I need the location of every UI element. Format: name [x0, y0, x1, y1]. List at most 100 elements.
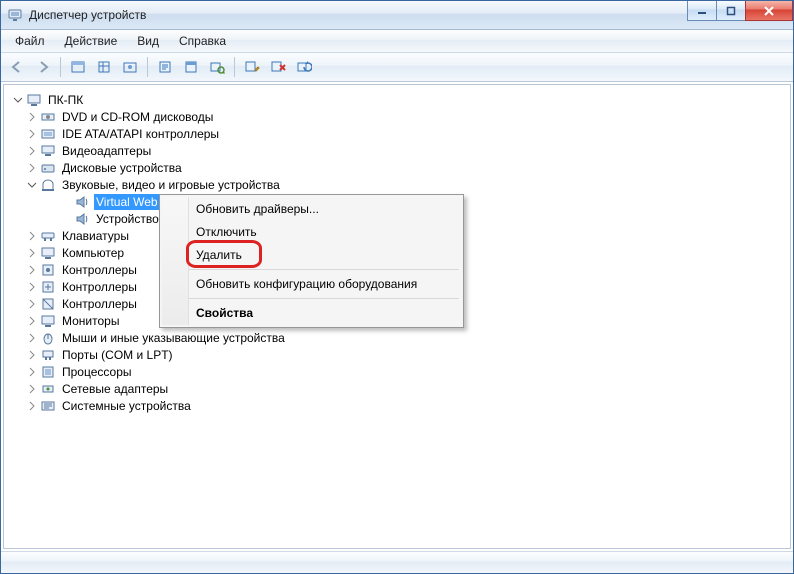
- expander-icon[interactable]: [26, 383, 38, 395]
- tree-category-label: Видеоадаптеры: [60, 143, 153, 159]
- expander-icon[interactable]: [26, 349, 38, 361]
- window-buttons: [688, 1, 793, 21]
- expander-icon[interactable]: [26, 332, 38, 344]
- tree-category[interactable]: DVD и CD-ROM дисководы: [10, 109, 790, 125]
- nav-back-button[interactable]: [5, 55, 29, 79]
- expander-icon[interactable]: [26, 145, 38, 157]
- category-icon: [40, 347, 56, 363]
- expander-icon[interactable]: [26, 298, 38, 310]
- window-title: Диспетчер устройств: [29, 8, 146, 22]
- category-icon: [40, 330, 56, 346]
- category-icon: [40, 313, 56, 329]
- context-menu-separator: [188, 298, 459, 299]
- maximize-button[interactable]: [716, 1, 746, 21]
- expander-icon[interactable]: [26, 179, 38, 191]
- statusbar: [1, 551, 793, 573]
- tree-root-label: ПК-ПК: [46, 92, 85, 108]
- toolbar-btn-4[interactable]: [153, 55, 177, 79]
- minimize-button[interactable]: [687, 1, 717, 21]
- toolbar-separator: [147, 57, 148, 77]
- category-icon: [40, 109, 56, 125]
- app-icon: [7, 7, 23, 23]
- context-menu-separator: [188, 269, 459, 270]
- tree-category-label: Дисковые устройства: [60, 160, 184, 176]
- close-button[interactable]: [745, 1, 793, 21]
- tree-root[interactable]: ПК-ПК: [10, 92, 790, 108]
- tree-category-label: Системные устройства: [60, 398, 193, 414]
- toolbar-btn-6[interactable]: [205, 55, 229, 79]
- tree-category-label: Контроллеры: [60, 262, 139, 278]
- expander-icon[interactable]: [26, 111, 38, 123]
- nav-forward-button[interactable]: [31, 55, 55, 79]
- category-icon: [40, 245, 56, 261]
- tree-category[interactable]: Дисковые устройства: [10, 160, 790, 176]
- tree-category[interactable]: Мыши и иные указывающие устройства: [10, 330, 790, 346]
- tree-category-label: Клавиатуры: [60, 228, 131, 244]
- tree-category-label: Сетевые адаптеры: [60, 381, 170, 397]
- toolbar-btn-5[interactable]: [179, 55, 203, 79]
- titlebar: Диспетчер устройств: [1, 1, 793, 30]
- tree-category[interactable]: Видеоадаптеры: [10, 143, 790, 159]
- tree-category-label: Контроллеры: [60, 279, 139, 295]
- tree-category-label: Контроллеры: [60, 296, 139, 312]
- speaker-icon: [74, 194, 90, 210]
- menu-file[interactable]: Файл: [5, 31, 55, 51]
- tree-category-label: DVD и CD-ROM дисководы: [60, 109, 215, 125]
- tree-category-label: Порты (COM и LPT): [60, 347, 175, 363]
- context-menu-disable[interactable]: Отключить: [188, 221, 461, 243]
- expander-icon[interactable]: [26, 281, 38, 293]
- expander-icon[interactable]: [26, 230, 38, 242]
- toolbar-separator: [60, 57, 61, 77]
- toolbar-btn-9[interactable]: [292, 55, 316, 79]
- toolbar-btn-1[interactable]: [66, 55, 90, 79]
- expander-icon[interactable]: [26, 400, 38, 412]
- menu-view[interactable]: Вид: [127, 31, 169, 51]
- tree-category-label: IDE ATA/ATAPI контроллеры: [60, 126, 221, 142]
- tree-category[interactable]: Порты (COM и LPT): [10, 347, 790, 363]
- toolbar-btn-7[interactable]: [240, 55, 264, 79]
- category-icon: [40, 296, 56, 312]
- toolbar-separator: [234, 57, 235, 77]
- category-icon: [40, 177, 56, 193]
- tree-category-label: Звуковые, видео и игровые устройства: [60, 177, 282, 193]
- context-menu-rescan[interactable]: Обновить конфигурацию оборудования: [188, 273, 461, 295]
- expander-icon[interactable]: [26, 247, 38, 259]
- context-menu-gutter: [162, 197, 189, 325]
- category-icon: [40, 126, 56, 142]
- tree-category-label: Компьютер: [60, 245, 126, 261]
- context-menu-properties[interactable]: Свойства: [188, 302, 461, 324]
- tree-category[interactable]: Системные устройства: [10, 398, 790, 414]
- tree-category-label: Мониторы: [60, 313, 121, 329]
- menu-action[interactable]: Действие: [55, 31, 128, 51]
- expander-icon[interactable]: [26, 366, 38, 378]
- expander-icon[interactable]: [26, 162, 38, 174]
- expander-icon[interactable]: [26, 315, 38, 327]
- expander-icon[interactable]: [26, 264, 38, 276]
- category-icon: [40, 262, 56, 278]
- expander-icon[interactable]: [26, 128, 38, 140]
- category-icon: [40, 160, 56, 176]
- context-menu-delete[interactable]: Удалить: [188, 244, 461, 266]
- expander-icon[interactable]: [12, 94, 24, 106]
- tree-category-label: Мыши и иные указывающие устройства: [60, 330, 287, 346]
- category-icon: [40, 398, 56, 414]
- tree-device-label: Устройство: [94, 211, 161, 227]
- category-icon: [40, 143, 56, 159]
- tree-category[interactable]: Сетевые адаптеры: [10, 381, 790, 397]
- tree-category[interactable]: IDE ATA/ATAPI контроллеры: [10, 126, 790, 142]
- context-menu-update-drivers[interactable]: Обновить драйверы...: [188, 198, 461, 220]
- category-icon: [40, 381, 56, 397]
- toolbar-btn-3[interactable]: [118, 55, 142, 79]
- menu-help[interactable]: Справка: [169, 31, 236, 51]
- tree-category[interactable]: Процессоры: [10, 364, 790, 380]
- tree-category[interactable]: Звуковые, видео и игровые устройства: [10, 177, 790, 193]
- computer-icon: [26, 92, 42, 108]
- toolbar-btn-8[interactable]: [266, 55, 290, 79]
- menubar: Файл Действие Вид Справка: [1, 30, 793, 53]
- category-icon: [40, 364, 56, 380]
- category-icon: [40, 228, 56, 244]
- device-manager-window: Диспетчер устройств Файл Действие Вид Сп…: [0, 0, 794, 574]
- context-menu: Обновить драйверы... Отключить Удалить О…: [159, 194, 464, 328]
- content-area: ПК-ПК DVD и CD-ROM дисководыIDE ATA/ATAP…: [3, 84, 791, 549]
- toolbar-btn-2[interactable]: [92, 55, 116, 79]
